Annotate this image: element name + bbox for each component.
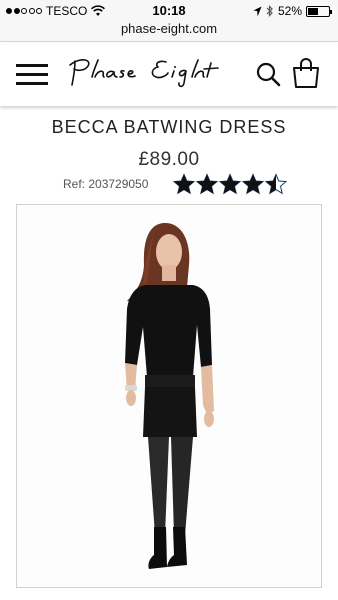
status-right: 52%: [253, 4, 332, 18]
product-image-frame[interactable]: [16, 204, 322, 588]
site-header: [0, 43, 338, 106]
product-price: £89.00: [138, 149, 200, 170]
bluetooth-icon: [266, 5, 273, 17]
status-bar: TESCO 10:18 52%: [0, 0, 338, 22]
search-icon[interactable]: [255, 61, 281, 87]
star-icon: [242, 173, 264, 195]
star-icon: [196, 173, 218, 195]
product-title: BECCA BATWING DRESS: [51, 117, 287, 137]
star-icon: [219, 173, 241, 195]
star-icon: [265, 173, 287, 195]
phase-eight-logo[interactable]: [66, 55, 246, 93]
product-ref-row: Ref: 203729050: [63, 173, 293, 195]
star-rating[interactable]: [173, 173, 287, 195]
battery-percent: 52%: [277, 4, 302, 18]
product-reference: Ref: 203729050: [63, 177, 149, 191]
star-icon: [173, 173, 195, 195]
location-arrow-icon: [253, 6, 262, 16]
battery-level: [308, 7, 318, 15]
product-image: [17, 205, 321, 587]
shopping-bag-icon[interactable]: [291, 57, 321, 89]
hamburger-menu-icon[interactable]: [16, 64, 48, 88]
browser-url-bar[interactable]: phase-eight.com: [0, 20, 338, 42]
battery-icon: [306, 5, 332, 17]
